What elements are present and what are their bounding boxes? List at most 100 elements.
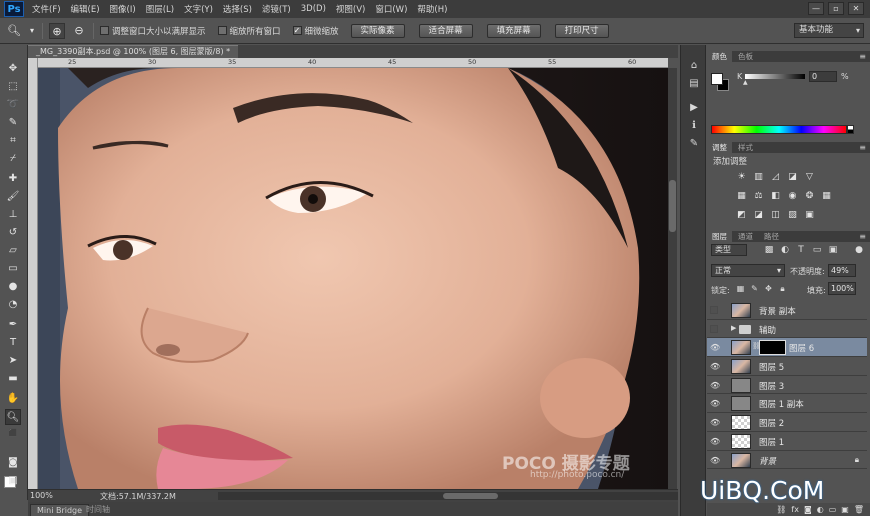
layer-group-row[interactable]: ▶ 辅助 [707, 319, 867, 339]
hand-tool-icon[interactable]: ✋ [5, 391, 21, 407]
eyedropper-tool-icon[interactable]: ⌿ [5, 151, 21, 167]
menu-filter[interactable]: 滤镜(T) [262, 3, 291, 15]
properties-panel-icon[interactable]: ▤ [686, 77, 702, 91]
zoom-out-icon[interactable]: ⊖ [71, 23, 87, 39]
document-tab[interactable]: _MG_3390副本.psd @ 100% (图层 6, 图层蒙版/8) * [28, 45, 239, 58]
layer-row-selected[interactable]: 👁︎ ⛓ 图层 6 [707, 338, 867, 358]
invert-icon[interactable]: ◩ [735, 209, 748, 222]
expand-arrow-icon[interactable]: ▶ [731, 324, 736, 332]
vertical-ruler[interactable] [28, 58, 38, 490]
fill-input[interactable]: 100% [828, 282, 856, 295]
eye-icon[interactable]: 👁︎ [710, 437, 720, 446]
horizontal-scrollbar-thumb[interactable] [443, 493, 498, 499]
lock-all-icon[interactable]: 🔒︎ [777, 283, 788, 294]
color-lookup-icon[interactable]: ▦ [820, 190, 833, 203]
layer-filter-select[interactable]: 类型 [711, 244, 747, 256]
quick-mask-icon[interactable]: ◙ [5, 455, 21, 471]
type-tool-icon[interactable]: T [5, 335, 21, 351]
menu-3d[interactable]: 3D(D) [301, 4, 326, 14]
tab-channels[interactable]: 通道 [733, 231, 758, 242]
filter-toggle-icon[interactable]: ● [853, 244, 865, 256]
pixel-filter-icon[interactable]: ▩ [763, 244, 775, 256]
close-button[interactable]: ✕ [848, 2, 864, 15]
zoom-all-windows-checkbox[interactable]: 缩放所有窗口 [217, 25, 281, 37]
dodge-tool-icon[interactable]: ◔ [5, 297, 21, 313]
eye-icon[interactable]: 👁︎ [710, 362, 720, 371]
layer-row[interactable]: 👁︎ 图层 2 [707, 413, 867, 432]
foreground-color-swatch[interactable] [711, 73, 723, 85]
menu-select[interactable]: 选择(S) [223, 3, 252, 15]
checkmark-icon[interactable]: ✓ [292, 26, 302, 35]
checkbox-box[interactable] [217, 26, 227, 35]
menu-window[interactable]: 窗口(W) [375, 3, 407, 15]
tab-timeline[interactable]: 时间轴 [80, 504, 116, 516]
menu-view[interactable]: 视图(V) [336, 3, 365, 15]
exposure-icon[interactable]: ◪ [786, 171, 799, 184]
panel-menu-icon[interactable]: ≡ [859, 231, 866, 242]
screen-mode-icon[interactable]: ▣ [5, 473, 21, 489]
menu-type[interactable]: 文字(Y) [184, 3, 213, 15]
marquee-tool-icon[interactable]: ⬚ [5, 79, 21, 95]
tab-swatches[interactable]: 色板 [733, 51, 758, 62]
fit-screen-button[interactable]: 适合屏幕 [418, 23, 473, 38]
posterize-icon[interactable]: ◪ [752, 209, 765, 222]
actions-panel-icon[interactable]: ▶ [686, 101, 702, 115]
print-size-button[interactable]: 打印尺寸 [554, 23, 609, 38]
type-filter-icon[interactable]: T [795, 244, 807, 256]
smart-object-filter-icon[interactable]: ▣ [827, 244, 839, 256]
lasso-tool-icon[interactable]: ➰ [5, 97, 21, 113]
zoom-in-icon[interactable]: ⊕ [49, 22, 65, 39]
opacity-input[interactable]: 49% [828, 264, 856, 277]
clone-stamp-tool-icon[interactable]: ⊥ [5, 207, 21, 223]
brightness-icon[interactable]: ☀ [735, 171, 748, 184]
color-balance-icon[interactable]: ⚖ [752, 190, 765, 203]
menu-help[interactable]: 帮助(H) [417, 3, 447, 15]
levels-icon[interactable]: ▥ [752, 171, 765, 184]
checkbox-box[interactable] [100, 26, 109, 35]
gradient-map-icon[interactable]: ▨ [786, 209, 799, 222]
horizontal-ruler[interactable]: 25 30 35 40 45 50 55 60 [38, 58, 668, 68]
tab-adjustments[interactable]: 调整 [707, 142, 732, 153]
k-slider[interactable] [745, 74, 805, 79]
color-spectrum[interactable] [711, 125, 847, 134]
selective-color-icon[interactable]: ▣ [803, 209, 816, 222]
blur-tool-icon[interactable]: ● [5, 279, 21, 295]
path-selection-tool-icon[interactable]: ➤ [5, 353, 21, 369]
menu-file[interactable]: 文件(F) [32, 3, 61, 15]
adjustment-filter-icon[interactable]: ◐ [779, 244, 791, 256]
new-group-icon[interactable]: ▭ [829, 503, 837, 516]
photo-filter-icon[interactable]: ◉ [786, 190, 799, 203]
vibrance-icon[interactable]: ▽ [803, 171, 816, 184]
layer-row[interactable]: 背景 副本 [707, 301, 867, 320]
eye-icon[interactable]: 👁︎ [710, 381, 720, 390]
tab-paths[interactable]: 路径 [759, 231, 784, 242]
scrubby-zoom-checkbox[interactable]: ✓ 细微缩放 [292, 25, 339, 37]
pen-tool-icon[interactable]: ✒ [5, 317, 21, 333]
layer-row[interactable]: 👁︎ 图层 5 [707, 357, 867, 376]
fill-screen-button[interactable]: 填充屏幕 [486, 23, 541, 38]
info-panel-icon[interactable]: ℹ [686, 119, 702, 133]
tool-preset-dropdown-icon[interactable]: ▾ [28, 23, 36, 39]
document-canvas[interactable]: POCO 摄影专题 http://photo.poco.cn/ [38, 68, 668, 489]
black-white-icon[interactable]: ◧ [769, 190, 782, 203]
panel-menu-icon[interactable]: ≡ [859, 51, 866, 62]
crop-tool-icon[interactable]: ⌗ [5, 133, 21, 149]
eraser-tool-icon[interactable]: ▱ [5, 243, 21, 259]
lock-position-icon[interactable]: ✥ [763, 283, 774, 294]
visibility-toggle[interactable] [710, 324, 718, 333]
tab-styles[interactable]: 样式 [733, 142, 758, 153]
actual-pixels-button[interactable]: 实际像素 [350, 23, 405, 38]
brush-tool-icon[interactable]: 🖌︎ [5, 189, 21, 205]
menu-edit[interactable]: 编辑(E) [71, 3, 100, 15]
shape-filter-icon[interactable]: ▭ [811, 244, 823, 256]
menu-image[interactable]: 图像(I) [110, 3, 136, 15]
vertical-scrollbar[interactable] [668, 68, 677, 489]
threshold-icon[interactable]: ◫ [769, 209, 782, 222]
black-white-ramp[interactable] [847, 125, 854, 134]
slider-knob-icon[interactable]: ▲ [743, 79, 748, 86]
k-value-input[interactable]: 0 [809, 71, 837, 82]
spot-healing-tool-icon[interactable]: ✚ [5, 171, 21, 187]
zoom-tool-icon[interactable]: 🔍︎ [5, 409, 21, 425]
vertical-scrollbar-thumb[interactable] [669, 180, 676, 232]
default-colors-icon[interactable]: ⬛ [5, 425, 21, 441]
